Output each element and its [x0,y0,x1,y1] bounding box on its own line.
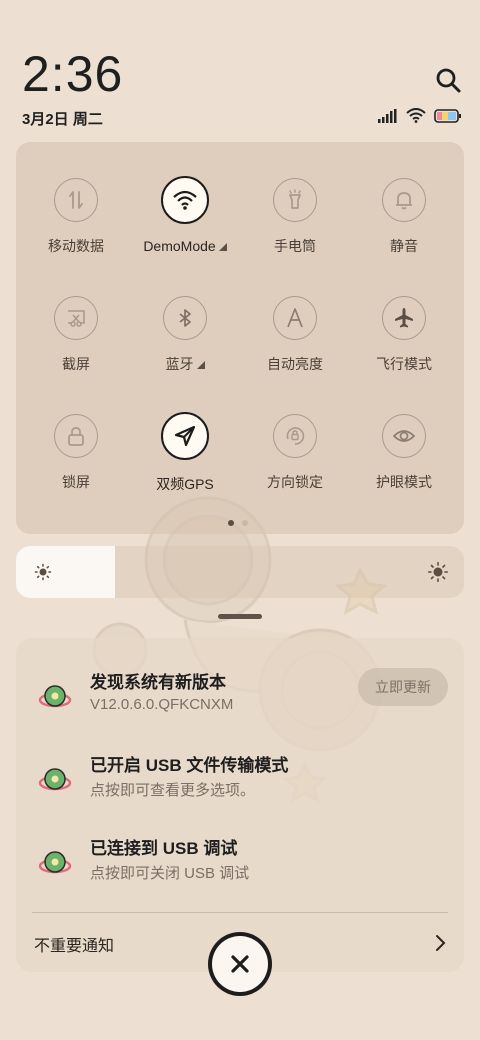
app-icon [38,851,72,874]
flashlight-icon [289,189,301,209]
screenshot-icon [68,310,85,327]
expand-triangle-icon [196,361,205,369]
drag-handle[interactable] [218,614,262,619]
tile-demo-mode[interactable]: DemoMode [130,170,240,280]
battery-icon [434,108,461,123]
notification-subtitle: 点按即可关闭 USB 调试 [90,865,250,882]
tile-silent[interactable]: 静音 [349,170,459,280]
app-icon [38,685,72,708]
app-icon [38,768,72,791]
bell-icon [396,192,412,210]
auto-brightness-icon [287,308,303,328]
bluetooth-icon [179,309,191,327]
unimportant-notifications-link[interactable]: 不重要通知 [34,932,114,956]
date-label: 3月2日 周二 [22,111,103,128]
wifi-icon [406,108,426,123]
tile-flashlight[interactable]: 手电筒 [240,170,350,280]
tile-label: 护眼模式 [376,474,432,490]
page-dot-active [228,520,234,526]
tile-label: 飞行模式 [376,356,432,372]
lock-icon [68,427,84,446]
signal-icon [378,108,397,123]
tile-mobile-data[interactable]: 移动数据 [21,170,131,280]
brightness-low-icon [34,563,52,581]
divider [32,912,448,913]
notification-title: 已连接到 USB 调试 [90,839,238,858]
notification-panel: 发现系统有新版本 V12.0.6.0.QFKCNXM 立即更新 已开启 USB … [16,638,464,972]
chevron-right-icon[interactable] [434,934,446,952]
tile-label: 移动数据 [48,238,104,254]
clear-all-button[interactable] [208,932,272,996]
tile-label: 双频GPS [156,476,214,492]
tile-rotation-lock[interactable]: 方向锁定 [240,406,350,516]
tile-dual-gps[interactable]: 双频GPS [130,406,240,516]
tile-screenshot[interactable]: 截屏 [21,288,131,398]
notification-title: 已开启 USB 文件传输模式 [90,756,289,775]
page-indicator [228,520,248,526]
wifi-icon [173,190,197,210]
tile-label: 手电筒 [274,238,316,254]
tile-airplane[interactable]: 飞行模式 [349,288,459,398]
notification-usb-transfer[interactable]: 已开启 USB 文件传输模式 点按即可查看更多选项。 [16,751,464,823]
clock-time: 2:36 [22,46,124,102]
brightness-fill [16,546,115,598]
expand-triangle-icon [218,243,227,251]
notification-system-update[interactable]: 发现系统有新版本 V12.0.6.0.QFKCNXM 立即更新 [16,668,464,740]
tile-label: 自动亮度 [267,356,323,372]
brightness-slider[interactable] [16,546,464,598]
page-dot [242,520,248,526]
notification-usb-debugging[interactable]: 已连接到 USB 调试 点按即可关闭 USB 调试 [16,834,464,906]
quick-settings-panel: 移动数据 DemoMode 手电筒 静音 截屏 蓝牙 自动亮度 飞行模式 锁屏 … [16,142,464,534]
tile-label: 锁屏 [62,474,90,490]
tile-label: 蓝牙 [165,356,194,372]
mobile-data-icon [69,191,83,209]
notification-title: 发现系统有新版本 [90,673,226,692]
tile-eye-comfort[interactable]: 护眼模式 [349,406,459,516]
tile-bluetooth[interactable]: 蓝牙 [130,288,240,398]
location-icon [174,425,196,447]
update-now-button[interactable]: 立即更新 [358,668,448,706]
airplane-icon [395,308,413,328]
notification-subtitle: 点按即可查看更多选项。 [90,782,256,799]
tile-label: DemoMode [143,238,216,254]
tile-auto-brightness[interactable]: 自动亮度 [240,288,350,398]
close-icon [231,955,249,973]
search-icon[interactable] [434,66,462,94]
tile-label: 方向锁定 [267,474,323,490]
rotation-lock-icon [286,427,305,445]
brightness-high-icon [428,562,448,582]
eye-icon [392,430,416,442]
tile-label: 静音 [390,238,418,254]
tile-lock-screen[interactable]: 锁屏 [21,406,131,516]
status-icons [378,108,462,123]
notification-subtitle: V12.0.6.0.QFKCNXM [90,696,234,713]
tile-label: 截屏 [62,356,90,372]
